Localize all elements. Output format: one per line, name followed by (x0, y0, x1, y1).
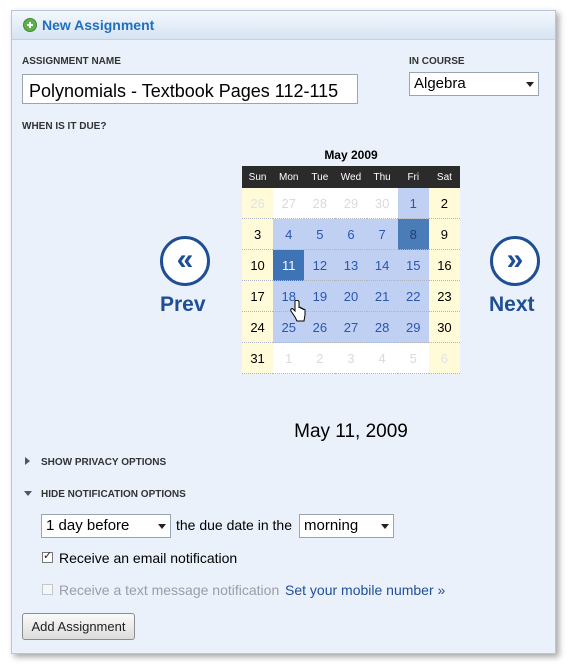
calendar-day[interactable]: 2 (304, 342, 336, 374)
calendar-day-selected[interactable]: 11 (273, 249, 305, 281)
calendar-day[interactable]: 2 (428, 188, 460, 219)
assignment-name-input[interactable]: Polynomials - Textbook Pages 112-115 (22, 74, 358, 104)
calendar-day[interactable]: 24 (242, 311, 274, 343)
set-mobile-number-link[interactable]: Set your mobile number » (285, 582, 445, 598)
calendar-day[interactable]: 1 (397, 188, 429, 219)
weekday-mon: Mon (273, 166, 305, 188)
calendar-day[interactable]: 10 (242, 249, 274, 281)
calendar-day[interactable]: 6 (428, 342, 460, 374)
calendar-day[interactable]: 28 (366, 311, 398, 343)
calendar-day[interactable]: 28 (304, 188, 336, 219)
weekday-sat: Sat (428, 166, 460, 188)
chevron-down-icon (526, 82, 534, 87)
weekday-thu: Thu (366, 166, 398, 188)
calendar-month-title: May 2009 (324, 148, 378, 162)
calendar-day[interactable]: 29 (397, 311, 429, 343)
calendar-day[interactable]: 19 (304, 280, 336, 312)
panel-title: New Assignment (42, 17, 155, 33)
hand-cursor-icon (290, 300, 306, 322)
selected-due-date: May 11, 2009 (294, 421, 408, 442)
course-select[interactable]: Algebra (409, 72, 539, 96)
text-notification-label: Receive a text message notification (59, 582, 280, 598)
calendar-grid: Sun Mon Tue Wed Thu Fri Sat 26 27 28 29 … (242, 166, 460, 374)
calendar-day[interactable]: 1 (273, 342, 305, 374)
weekday-tue: Tue (304, 166, 336, 188)
calendar-day[interactable]: 17 (242, 280, 274, 312)
calendar-day[interactable]: 22 (397, 280, 429, 312)
weekday-wed: Wed (335, 166, 367, 188)
due-date-phrase: the due date in the (176, 517, 292, 533)
calendar-day[interactable]: 9 (428, 218, 460, 250)
chevron-down-icon (158, 524, 166, 529)
calendar-day[interactable]: 15 (397, 249, 429, 281)
calendar-day[interactable]: 30 (428, 311, 460, 343)
calendar-day[interactable]: 26 (242, 188, 274, 219)
weekday-fri: Fri (397, 166, 429, 188)
prev-month-button[interactable]: Prev (160, 293, 206, 317)
notification-time-select[interactable]: morning (299, 514, 394, 538)
calendar-day[interactable]: 4 (273, 218, 305, 250)
calendar-day[interactable]: 27 (273, 188, 305, 219)
prev-month-icon[interactable]: « (160, 236, 210, 286)
weekday-sun: Sun (242, 166, 274, 188)
calendar-week: 26 27 28 29 30 1 2 (242, 188, 460, 219)
assignment-name-label: ASSIGNMENT NAME (22, 56, 121, 67)
calendar-day[interactable]: 21 (366, 280, 398, 312)
calendar-day[interactable]: 12 (304, 249, 336, 281)
calendar-day[interactable]: 5 (304, 218, 336, 250)
hide-notification-options-toggle[interactable]: HIDE NOTIFICATION OPTIONS (41, 489, 186, 500)
next-month-icon[interactable]: » (490, 236, 540, 286)
calendar-day[interactable]: 31 (242, 342, 274, 374)
collapse-arrow-icon[interactable] (24, 491, 32, 496)
calendar-day[interactable]: 5 (397, 342, 429, 374)
calendar-day[interactable]: 23 (428, 280, 460, 312)
next-month-button[interactable]: Next (489, 293, 535, 317)
new-assignment-panel: New Assignment ASSIGNMENT NAME Polynomia… (11, 10, 556, 654)
panel-header: New Assignment (12, 11, 555, 40)
calendar-day[interactable]: 13 (335, 249, 367, 281)
calendar-day[interactable]: 27 (335, 311, 367, 343)
expand-arrow-icon[interactable] (25, 457, 30, 465)
text-notification-checkbox (42, 584, 53, 595)
email-notification-label: Receive an email notification (59, 550, 238, 566)
calendar-day[interactable]: 14 (366, 249, 398, 281)
calendar-day[interactable]: 3 (242, 218, 274, 250)
calendar-day[interactable]: 29 (335, 188, 367, 219)
course-label: IN COURSE (409, 56, 465, 67)
calendar-day[interactable]: 3 (335, 342, 367, 374)
calendar-day-today[interactable]: 8 (397, 218, 429, 250)
add-assignment-button[interactable]: Add Assignment (22, 613, 135, 640)
course-select-value: Algebra (414, 75, 466, 92)
calendar-week: 24 25 26 27 28 29 30 (242, 311, 460, 343)
chevron-down-icon (381, 524, 389, 529)
calendar-day[interactable]: 20 (335, 280, 367, 312)
notification-lead-select[interactable]: 1 day before (41, 514, 171, 538)
notification-lead-value: 1 day before (46, 517, 130, 534)
calendar-day[interactable]: 6 (335, 218, 367, 250)
calendar-day[interactable]: 30 (366, 188, 398, 219)
calendar-day[interactable]: 16 (428, 249, 460, 281)
show-privacy-options-toggle[interactable]: SHOW PRIVACY OPTIONS (41, 457, 166, 468)
calendar-day[interactable]: 4 (366, 342, 398, 374)
notification-time-value: morning (304, 517, 359, 534)
calendar-week: 17 18 19 20 21 22 23 (242, 280, 460, 312)
calendar-week: 10 11 12 13 14 15 16 (242, 249, 460, 281)
plus-circle-icon (23, 18, 37, 32)
calendar-week: 31 1 2 3 4 5 6 (242, 342, 460, 374)
calendar-day[interactable]: 7 (366, 218, 398, 250)
calendar-week: 3 4 5 6 7 8 9 (242, 218, 460, 250)
calendar-day[interactable]: 26 (304, 311, 336, 343)
email-notification-checkbox[interactable] (42, 549, 53, 563)
due-date-label: WHEN IS IT DUE? (22, 121, 107, 132)
